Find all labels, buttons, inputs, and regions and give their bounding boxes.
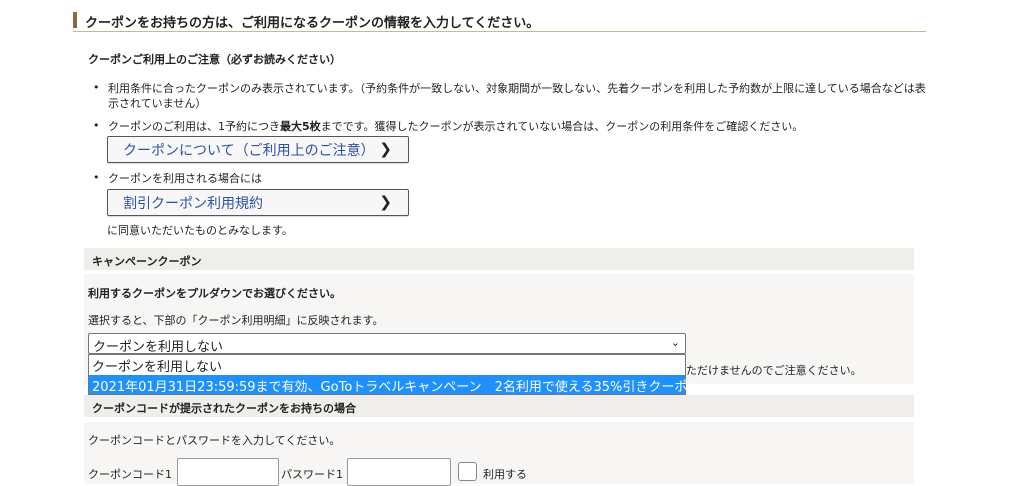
coupon-dropdown-list: クーポンを利用しない 2021年01月31日23:59:59まで有効、GoToト… <box>88 354 700 395</box>
notice-bullet-2-pre: クーポンのご利用は、1予約につき <box>108 120 280 133</box>
coupon-code-header: クーポンコードが提示されたクーポンをお持ちの場合 <box>84 395 914 417</box>
use-coupon-checkbox[interactable] <box>458 462 477 481</box>
max-coupons-text: 最大5枚 <box>280 120 321 133</box>
notice-bullet-2-post: までです。獲得したクーポンが表示されていない場合は、クーポンの利用条件をご確認く… <box>320 120 804 133</box>
coupon-code-subtitle: クーポンコードとパスワードを入力してください。 <box>88 434 341 447</box>
partially-hidden-note: ただけませんのでご注意ください。 <box>686 364 862 377</box>
notice-bullet-3: クーポンを利用される場合には <box>93 171 262 186</box>
coupon-select[interactable]: クーポンを利用しない ⌄ <box>88 333 686 355</box>
notice-bullet-1-text: 利用条件に合ったクーポンのみ表示されています。（予約条件が一致しない、対象期間が… <box>108 82 926 110</box>
notice-bullet-2: クーポンのご利用は、1予約につき最大5枚までです。獲得したクーポンが表示されてい… <box>93 119 804 134</box>
password-label: パスワード1 <box>281 468 343 481</box>
dropdown-option[interactable]: クーポンを利用しない <box>89 355 685 375</box>
notice-bullet-3-text: クーポンを利用される場合には <box>108 172 262 185</box>
dropdown-option-highlighted[interactable]: 2021年01月31日23:59:59まで有効、GoToトラベルキャンペーン 2… <box>89 375 700 395</box>
chevron-right-icon: ❯ <box>379 193 392 211</box>
chevron-right-icon: ❯ <box>379 140 392 158</box>
coupon-about-button[interactable]: クーポンについて（ご利用上のご注意） ❯ <box>107 136 409 163</box>
campaign-coupon-header: キャンペーンクーポン <box>84 248 914 270</box>
title-accent-bar <box>73 12 77 28</box>
coupon-terms-button[interactable]: 割引クーポン利用規約 ❯ <box>107 189 409 216</box>
coupon-code-input[interactable] <box>177 458 279 486</box>
campaign-select-subtitle: 選択すると、下部の「クーポン利用明細」に反映されます。 <box>88 314 384 327</box>
agree-text: に同意いただいたものとみなします。 <box>107 224 293 237</box>
password-input[interactable] <box>347 458 451 486</box>
coupon-about-button-label: クーポンについて（ご利用上のご注意） <box>123 143 375 159</box>
use-coupon-label: 利用する <box>483 468 527 481</box>
notice-bullet-1: 利用条件に合ったクーポンのみ表示されています。（予約条件が一致しない、対象期間が… <box>93 81 926 111</box>
section-title: クーポンをお持ちの方は、ご利用になるクーポンの情報を入力してください。 <box>73 9 926 32</box>
chevron-down-icon: ⌄ <box>670 336 680 349</box>
section-title-text: クーポンをお持ちの方は、ご利用になるクーポンの情報を入力してください。 <box>85 16 540 31</box>
coupon-code-label: クーポンコード1 <box>88 468 172 481</box>
notice-heading: クーポンご利用上のご注意（必ずお読みください） <box>88 53 341 66</box>
coupon-terms-button-label: 割引クーポン利用規約 <box>123 196 263 212</box>
coupon-select-value: クーポンを利用しない <box>93 340 224 355</box>
campaign-select-title: 利用するクーポンをプルダウンでお選びください。 <box>88 287 341 300</box>
